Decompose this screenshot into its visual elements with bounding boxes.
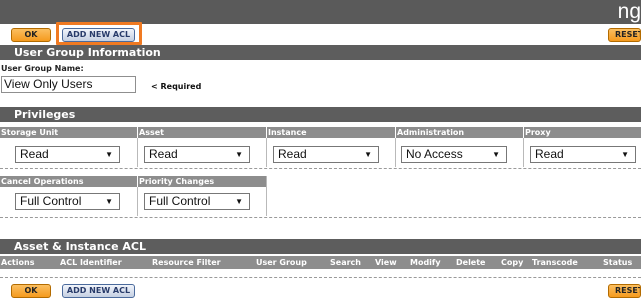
chevron-down-icon: ▼ [105,150,113,159]
ok-button-bottom[interactable]: OK [11,284,51,298]
cancel-operations-header: Cancel Operations [0,176,137,187]
acl-col-resource-filter: Resource Filter [152,258,221,267]
privileges-section-header: Privileges [0,107,641,122]
chevron-down-icon: ▼ [235,197,243,206]
acl-col-view: View [375,258,397,267]
ok-button-top[interactable]: OK [11,28,51,42]
top-bar: ng [0,0,641,24]
column-divider [266,138,267,167]
bottom-toolbar: OK ADD NEW ACL RESET [0,282,641,301]
acl-section-header: Asset & Instance ACL [0,239,641,254]
priority-changes-header: Priority Changes [138,176,266,187]
instance-header: Instance [267,127,395,138]
column-divider [523,138,524,167]
acl-col-actions: Actions [1,258,35,267]
acl-column-header-bar: Actions ACL Identifier Resource Filter U… [0,256,641,269]
administration-value: No Access [406,147,463,161]
acl-col-modify: Modify [410,258,441,267]
acl-col-copy: Copy [501,258,524,267]
cancel-operations-select[interactable]: Full Control ▼ [15,193,120,210]
proxy-select[interactable]: Read ▼ [530,146,636,163]
reset-button-bottom[interactable]: RESET [608,284,641,298]
acl-col-transcode: Transcode [532,258,578,267]
chevron-down-icon: ▼ [492,150,500,159]
add-new-acl-button-top[interactable]: ADD NEW ACL [62,28,135,42]
acl-col-status: Status [603,258,633,267]
row-separator [0,277,641,278]
administration-select[interactable]: No Access ▼ [401,146,507,163]
user-group-name-label: User Group Name: [1,64,84,73]
asset-header: Asset [138,127,266,138]
storage-unit-header: Storage Unit [0,127,137,138]
column-divider [395,138,396,167]
column-divider [137,138,138,167]
add-new-acl-button-bottom[interactable]: ADD NEW ACL [62,284,135,298]
required-indicator: < Required [151,82,202,91]
reset-button-top[interactable]: RESET [608,28,641,42]
instance-value: Read [278,147,307,161]
chevron-down-icon: ▼ [235,150,243,159]
user-group-section-header: User Group Information [0,45,641,60]
storage-unit-select[interactable]: Read ▼ [15,146,120,163]
acl-col-user-group: User Group [256,258,307,267]
chevron-down-icon: ▼ [105,197,113,206]
row-separator [0,217,641,218]
row-separator [0,168,641,169]
chevron-down-icon: ▼ [621,150,629,159]
column-divider [137,187,138,216]
top-toolbar: OK ADD NEW ACL RESET [0,22,641,45]
asset-select[interactable]: Read ▼ [144,146,250,163]
priority-changes-select[interactable]: Full Control ▼ [144,193,250,210]
acl-col-search: Search [330,258,361,267]
acl-col-delete: Delete [456,258,486,267]
asset-value: Read [149,147,178,161]
priority-changes-value: Full Control [149,194,211,208]
administration-header: Administration [396,127,523,138]
storage-unit-value: Read [20,147,49,161]
column-divider [266,176,267,216]
cancel-operations-value: Full Control [20,194,82,208]
instance-select[interactable]: Read ▼ [273,146,379,163]
proxy-header: Proxy [524,127,641,138]
top-bar-text: ng [617,0,641,23]
user-group-name-input[interactable]: View Only Users [1,76,136,93]
proxy-value: Read [535,147,564,161]
acl-col-acl-identifier: ACL Identifier [60,258,122,267]
chevron-down-icon: ▼ [364,150,372,159]
